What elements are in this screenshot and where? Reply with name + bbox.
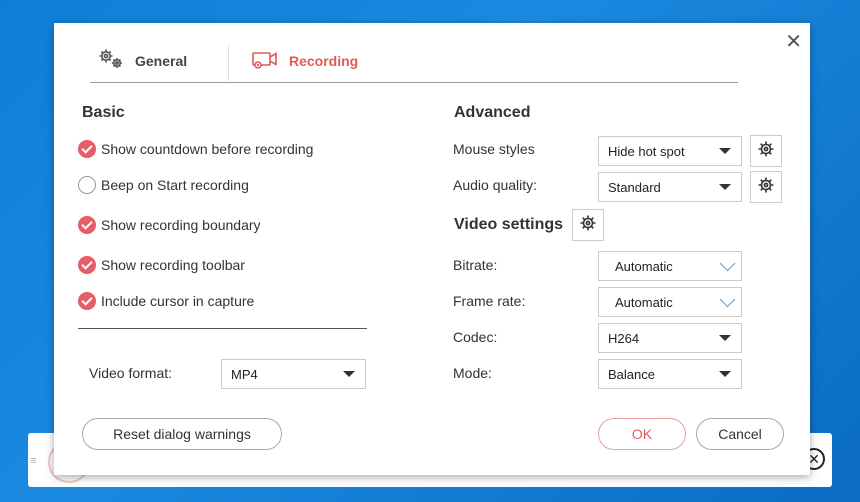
video-settings-heading: Video settings — [454, 216, 564, 233]
dropdown-arrow-icon — [719, 335, 731, 341]
mouse-styles-label: Mouse styles — [453, 141, 535, 157]
dropdown-arrow-icon — [719, 148, 731, 154]
dropdown-arrow-icon — [719, 184, 731, 190]
tab-recording[interactable]: Recording — [251, 47, 358, 75]
audio-quality-settings-button[interactable] — [750, 171, 782, 203]
tab-recording-label: Recording — [289, 53, 359, 69]
mode-select[interactable]: Balance — [598, 359, 742, 389]
frame-rate-value: Automatic — [615, 294, 673, 310]
settings-dialog: ✕ General Recording Basic Show countdown… — [54, 23, 810, 475]
option-include-cursor[interactable]: Include cursor in capture — [78, 291, 254, 311]
reset-dialog-warnings-button[interactable]: Reset dialog warnings — [82, 418, 282, 450]
mode-label: Mode: — [453, 365, 492, 381]
option-show-boundary[interactable]: Show recording boundary — [78, 215, 261, 235]
option-label: Beep on Start recording — [101, 177, 249, 193]
advanced-heading: Advanced — [454, 104, 531, 121]
bitrate-select[interactable]: Automatic — [598, 251, 742, 281]
mouse-styles-settings-button[interactable] — [750, 135, 782, 167]
frame-rate-select[interactable]: Automatic — [598, 287, 742, 317]
gear-icon — [757, 140, 775, 163]
chevron-down-icon — [719, 255, 736, 271]
divider — [78, 328, 367, 329]
checkbox-checked-icon[interactable] — [78, 292, 96, 310]
option-label: Show countdown before recording — [101, 141, 314, 157]
close-icon[interactable]: ✕ — [785, 29, 802, 54]
codec-select[interactable]: H264 — [598, 323, 742, 353]
audio-quality-label: Audio quality: — [453, 177, 538, 193]
codec-label: Codec: — [453, 329, 498, 345]
option-label: Include cursor in capture — [101, 293, 255, 309]
audio-quality-select[interactable]: Standard — [598, 172, 742, 202]
video-format-label: Video format: — [89, 365, 173, 381]
tab-general[interactable]: General — [97, 47, 187, 75]
gears-icon — [97, 48, 125, 75]
basic-heading: Basic — [82, 104, 125, 121]
tab-underline — [90, 82, 738, 83]
option-beep-on-start[interactable]: Beep on Start recording — [78, 175, 249, 195]
chevron-down-icon — [719, 291, 736, 307]
gear-icon — [757, 176, 775, 199]
video-settings-button[interactable] — [572, 209, 604, 241]
camera-icon — [251, 48, 279, 75]
tab-general-label: General — [135, 53, 188, 69]
cancel-button[interactable]: Cancel — [696, 418, 784, 450]
mouse-styles-value: Hide hot spot — [608, 143, 685, 159]
codec-value: H264 — [608, 330, 640, 346]
dropdown-arrow-icon — [343, 371, 355, 377]
checkbox-unchecked-icon[interactable] — [78, 176, 96, 194]
drag-grip-icon[interactable]: ≡ — [30, 455, 36, 467]
video-format-value: MP4 — [231, 366, 258, 382]
bitrate-value: Automatic — [615, 258, 673, 274]
gear-icon — [579, 214, 597, 237]
bitrate-label: Bitrate: — [453, 257, 498, 273]
checkbox-checked-icon[interactable] — [78, 140, 96, 158]
option-label: Show recording boundary — [101, 217, 261, 233]
dropdown-arrow-icon — [719, 371, 731, 377]
mouse-styles-select[interactable]: Hide hot spot — [598, 136, 742, 166]
tab-divider — [228, 45, 229, 81]
audio-quality-value: Standard — [608, 179, 661, 195]
checkbox-checked-icon[interactable] — [78, 256, 96, 274]
option-show-countdown[interactable]: Show countdown before recording — [78, 139, 313, 159]
checkbox-checked-icon[interactable] — [78, 216, 96, 234]
video-format-select[interactable]: MP4 — [221, 359, 366, 389]
option-show-toolbar[interactable]: Show recording toolbar — [78, 255, 245, 275]
ok-button[interactable]: OK — [598, 418, 686, 450]
frame-rate-label: Frame rate: — [453, 293, 526, 309]
mode-value: Balance — [608, 366, 655, 382]
option-label: Show recording toolbar — [101, 257, 245, 273]
